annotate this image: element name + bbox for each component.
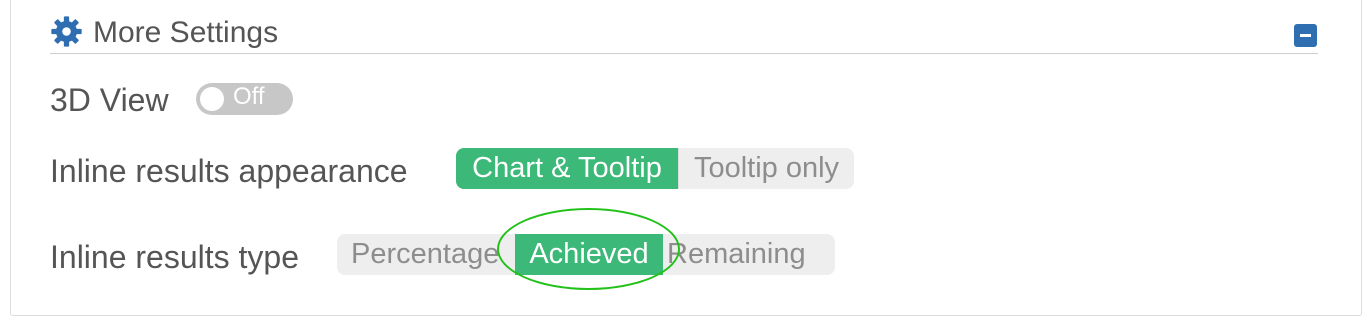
panel-header: More Settings [50, 12, 1318, 54]
results-type-label: Inline results type [50, 239, 300, 275]
results-type-segmented-control: Percentage Achieved Remaining [337, 234, 835, 275]
toggle-state-text: Off [233, 83, 265, 110]
gear-icon [51, 16, 82, 47]
option-achieved[interactable]: Achieved [515, 234, 663, 275]
3d-view-label: 3D View [50, 82, 169, 118]
3d-view-toggle[interactable]: Off [196, 83, 293, 115]
collapse-button[interactable] [1294, 24, 1317, 47]
panel-title: More Settings [93, 16, 279, 49]
appearance-label: Inline results appearance [50, 153, 408, 189]
option-remaining[interactable]: Remaining [663, 234, 835, 275]
option-percentage[interactable]: Percentage [337, 234, 515, 275]
option-tooltip-only[interactable]: Tooltip only [678, 148, 854, 189]
toggle-knob [200, 87, 224, 111]
minus-icon [1300, 34, 1311, 37]
option-chart-and-tooltip[interactable]: Chart & Tooltip [456, 148, 678, 189]
appearance-segmented-control: Chart & Tooltip Tooltip only [456, 148, 854, 189]
